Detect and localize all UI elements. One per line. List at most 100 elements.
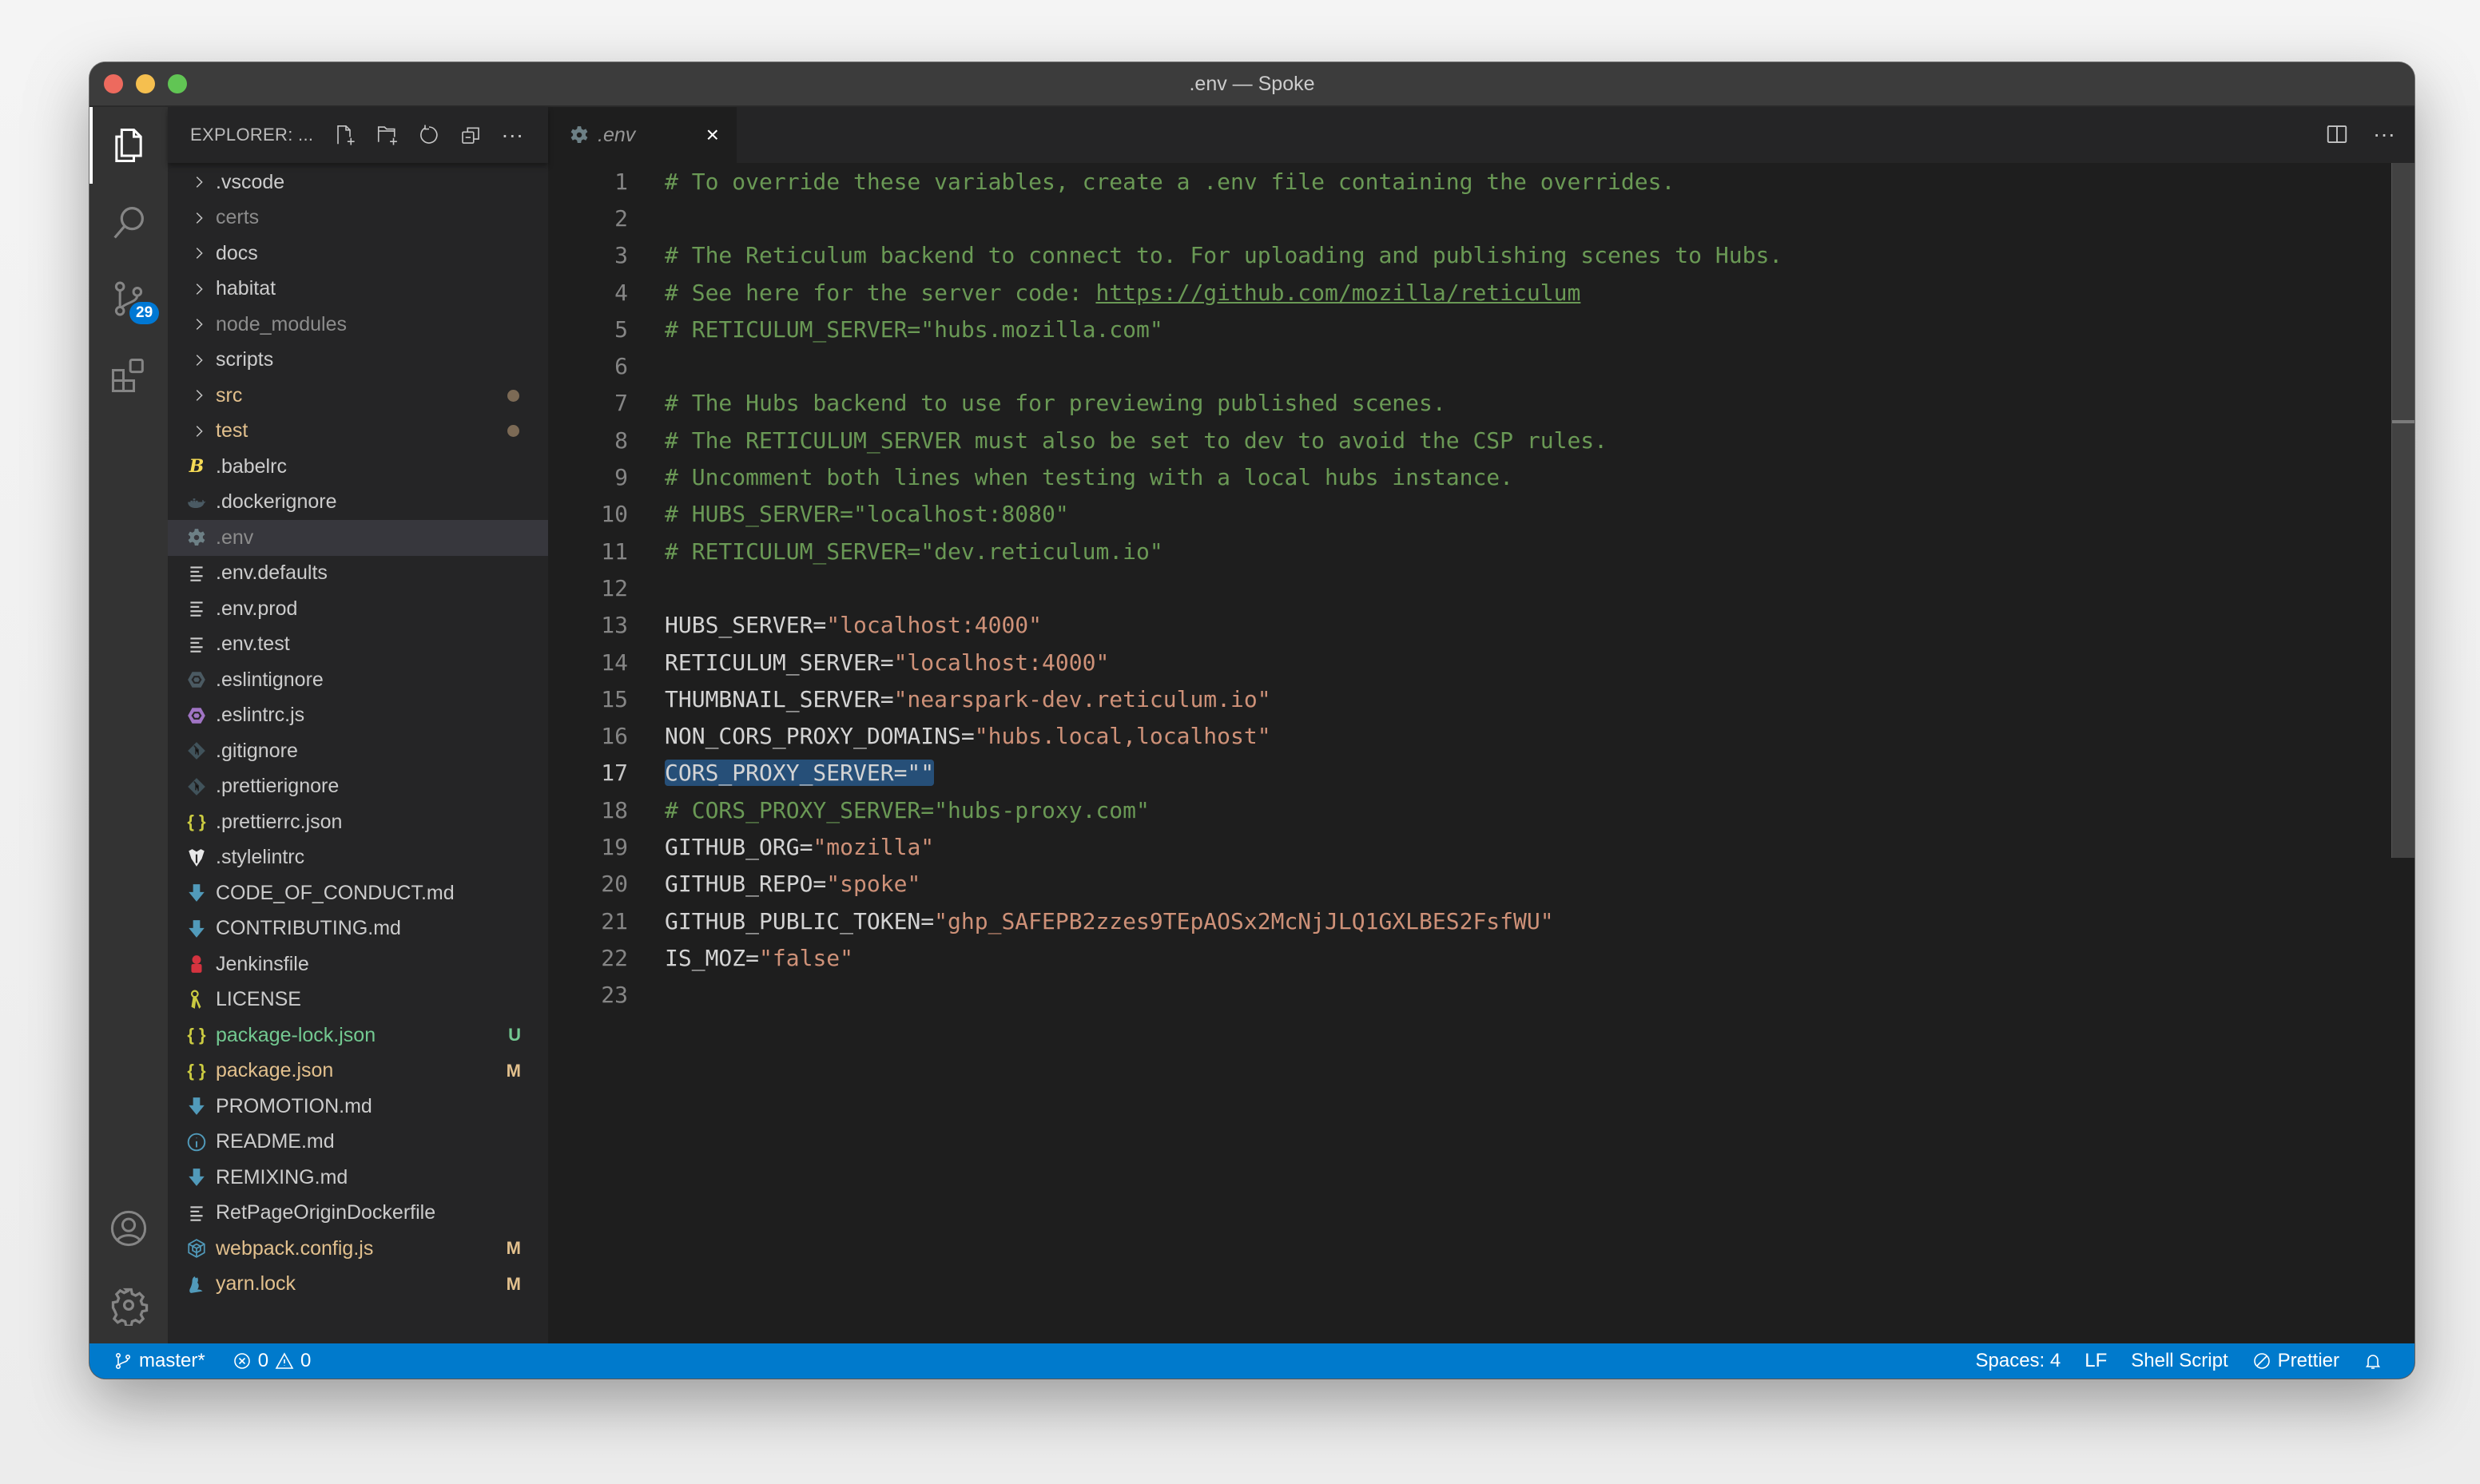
code-line[interactable]: 23 — [548, 977, 2391, 1014]
code-line[interactable]: 15 THUMBNAIL_SERVER="nearspark-dev.reticu… — [548, 680, 2391, 717]
code-line[interactable]: 21 GITHUB_PUBLIC_TOKEN="ghp_SAFEPB2zzes9T… — [548, 903, 2391, 939]
item-label: .env.prod — [216, 597, 298, 620]
code-line[interactable]: 20 GITHUB_REPO="spoke" — [548, 866, 2391, 903]
more-icon[interactable]: ··· — [2373, 121, 2395, 147]
code-line[interactable]: 12 — [548, 569, 2391, 606]
file-item[interactable]: REMIXING.md — [168, 1160, 548, 1196]
code-line[interactable]: 14 RETICULUM_SERVER="localhost:4000" — [548, 644, 2391, 680]
code-line[interactable]: 7 # The Hubs backend to use for previewin… — [548, 385, 2391, 422]
code-link[interactable]: https://github.com/mozilla/reticulum — [1095, 280, 1580, 306]
gear-file-icon — [570, 126, 588, 143]
item-label: package-lock.json — [216, 1023, 376, 1046]
folder-item[interactable]: node_modules — [168, 307, 548, 343]
code-token: # To override these variables, create a … — [665, 168, 1675, 195]
code-token: # RETICULUM_SERVER="dev.reticulum.io" — [665, 538, 1163, 565]
file-item[interactable]: .eslintignore — [168, 662, 548, 698]
new-file-button[interactable] — [332, 121, 360, 149]
notifications-button[interactable] — [2363, 1351, 2383, 1371]
maximize-window-button[interactable] — [168, 74, 187, 93]
language-mode-status[interactable]: Shell Script — [2131, 1350, 2228, 1372]
code-line[interactable]: 3 # The Reticulum backend to connect to. … — [548, 237, 2391, 274]
json-icon: { } — [187, 811, 206, 832]
code-line[interactable]: 22 IS_MOZ="false" — [548, 939, 2391, 976]
file-item[interactable]: .env.defaults — [168, 556, 548, 592]
file-item[interactable]: { } .prettierrc.json — [168, 804, 548, 840]
tab-env[interactable]: .env × — [548, 107, 737, 163]
item-label: .prettierrc.json — [216, 810, 343, 833]
activity-explorer[interactable] — [89, 107, 168, 184]
formatter-status[interactable]: Prettier — [2252, 1350, 2339, 1372]
split-editor-icon[interactable] — [2325, 122, 2349, 146]
file-item[interactable]: .eslintrc.js — [168, 698, 548, 734]
file-item[interactable]: CODE_OF_CONDUCT.md — [168, 875, 548, 911]
folder-item[interactable]: certs — [168, 200, 548, 236]
code-line[interactable]: 2 — [548, 200, 2391, 236]
file-item[interactable]: Jenkinsfile — [168, 946, 548, 982]
file-item[interactable]: README.md — [168, 1125, 548, 1161]
file-item[interactable]: CONTRIBUTING.md — [168, 911, 548, 947]
activity-bar: 29 — [89, 107, 168, 1343]
file-item[interactable]: .prettierignore — [168, 769, 548, 805]
file-item[interactable]: .dockerignore — [168, 485, 548, 521]
item-label: package.json — [216, 1059, 334, 1082]
folder-item[interactable]: habitat — [168, 272, 548, 308]
file-item[interactable]: .env.prod — [168, 591, 548, 627]
code-line[interactable]: 6 — [548, 347, 2391, 384]
item-label: yarn.lock — [216, 1272, 296, 1296]
activity-accounts[interactable] — [89, 1190, 168, 1267]
activity-search[interactable] — [89, 184, 168, 260]
file-item[interactable]: .stylelintrc — [168, 840, 548, 876]
file-item[interactable]: .gitignore — [168, 733, 548, 769]
file-item[interactable]: webpack.config.js M — [168, 1231, 548, 1267]
code-line[interactable]: 16 NON_CORS_PROXY_DOMAINS="hubs.local,loc… — [548, 717, 2391, 754]
code-line[interactable]: 8 # The RETICULUM_SERVER must also be set… — [548, 422, 2391, 458]
minimize-window-button[interactable] — [136, 74, 155, 93]
code-line[interactable]: 1 # To override these variables, create a… — [548, 163, 2391, 200]
file-item[interactable]: PROMOTION.md — [168, 1089, 548, 1125]
window-controls — [104, 74, 187, 93]
collapse-all-button[interactable] — [457, 121, 484, 149]
folder-item[interactable]: src — [168, 378, 548, 414]
activity-manage[interactable] — [89, 1267, 168, 1343]
item-label: .prettierignore — [216, 775, 340, 798]
file-item[interactable]: { } package.json M — [168, 1053, 548, 1089]
code-line[interactable]: 5 # RETICULUM_SERVER="hubs.mozilla.com" — [548, 311, 2391, 347]
code-line[interactable]: 13 HUBS_SERVER="localhost:4000" — [548, 607, 2391, 644]
vertical-scrollbar[interactable] — [2391, 163, 2414, 858]
chevron-right-icon — [190, 244, 208, 262]
eol-status[interactable]: LF — [2085, 1350, 2107, 1372]
folder-item[interactable]: .vscode — [168, 165, 548, 200]
folder-item[interactable]: docs — [168, 236, 548, 272]
problems-status[interactable]: 0 0 — [232, 1350, 311, 1372]
code-line[interactable]: 19 GITHUB_ORG="mozilla" — [548, 828, 2391, 865]
code-line[interactable]: 18 # CORS_PROXY_SERVER="hubs-proxy.com" — [548, 792, 2391, 828]
code-token: # The RETICULUM_SERVER must also be set … — [665, 427, 1608, 454]
code-line[interactable]: 11 # RETICULUM_SERVER="dev.reticulum.io" — [548, 533, 2391, 569]
more-actions-button[interactable]: ··· — [499, 121, 526, 149]
code-editor[interactable]: 1 # To override these variables, create a… — [548, 163, 2391, 1343]
code-line[interactable]: 17 CORS_PROXY_SERVER="" — [548, 755, 2391, 792]
file-item[interactable]: { } package-lock.json U — [168, 1018, 548, 1053]
yarn-icon — [185, 1273, 208, 1296]
file-item[interactable]: LICENSE — [168, 982, 548, 1018]
activity-extensions[interactable] — [89, 337, 168, 414]
file-item[interactable]: .env.test — [168, 627, 548, 663]
code-line[interactable]: 9 # Uncomment both lines when testing wit… — [548, 458, 2391, 495]
folder-item[interactable]: test — [168, 414, 548, 450]
activity-source-control[interactable]: 29 — [89, 260, 168, 337]
bell-icon — [2365, 1355, 2381, 1369]
file-item[interactable]: yarn.lock M — [168, 1267, 548, 1303]
code-line[interactable]: 10 # HUBS_SERVER="localhost:8080" — [548, 496, 2391, 533]
refresh-button[interactable] — [415, 121, 443, 149]
new-folder-button[interactable] — [374, 121, 401, 149]
folder-item[interactable]: scripts — [168, 343, 548, 379]
file-item[interactable]: .env — [168, 520, 548, 556]
close-window-button[interactable] — [104, 74, 123, 93]
branch-status[interactable]: master* — [113, 1350, 205, 1372]
json-icon: { } — [187, 1060, 206, 1081]
file-item[interactable]: B .babelrc — [168, 449, 548, 485]
tab-close-button[interactable]: × — [706, 122, 719, 148]
file-item[interactable]: RetPageOriginDockerfile — [168, 1196, 548, 1232]
indentation-status[interactable]: Spaces: 4 — [1976, 1350, 2061, 1372]
code-line[interactable]: 4 # See here for the server code: https:/… — [548, 274, 2391, 311]
